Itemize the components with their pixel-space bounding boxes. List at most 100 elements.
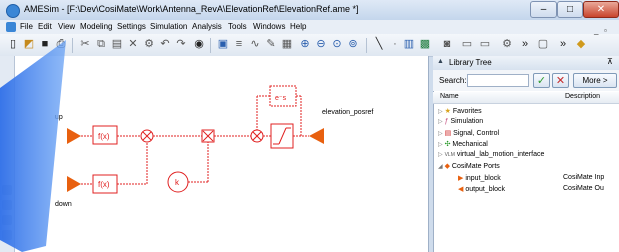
expand-icon[interactable]: ▷	[438, 119, 443, 125]
menu-help[interactable]: Help	[290, 22, 306, 31]
output-port-icon: ◀	[458, 186, 464, 193]
table-icon[interactable]: ▥	[402, 37, 416, 51]
panel-left-icon[interactable]: ▭	[460, 37, 474, 51]
pen-icon[interactable]: ✎	[264, 37, 278, 51]
maximize-button[interactable]: □	[557, 1, 583, 18]
tree-item-label: Simulation	[450, 118, 484, 125]
zoom-fit-icon[interactable]: ⊙	[330, 37, 344, 51]
draw-line-icon[interactable]: ╲	[372, 37, 386, 51]
copy-icon[interactable]: ⧉	[94, 37, 108, 51]
zoom-out-icon[interactable]: ⊖	[314, 37, 328, 51]
gain-label: k	[175, 178, 180, 187]
find-icon[interactable]: ◉	[192, 37, 206, 51]
signal-icon: ▤	[444, 130, 452, 137]
tree-item-output-block[interactable]: ◀ output_block	[458, 185, 505, 193]
tree-item-label: Mechanical	[452, 141, 488, 148]
menu-view[interactable]: View	[58, 22, 75, 31]
vlm-icon: VLM	[444, 152, 455, 158]
tree-item-label: Signal, Control	[453, 130, 500, 137]
menu-simulation[interactable]: Simulation	[150, 22, 187, 31]
tree-item-label: output_block	[465, 186, 506, 193]
dash-icon[interactable]: ·	[388, 37, 402, 51]
delete-icon[interactable]: ✕	[126, 37, 140, 51]
cut-icon[interactable]: ✂	[78, 37, 92, 51]
menu-analysis[interactable]: Analysis	[192, 22, 222, 31]
redo-icon[interactable]: ↷	[174, 37, 188, 51]
toolbar-separator	[72, 38, 73, 53]
more-tools-icon[interactable]: »	[518, 37, 532, 51]
menu-edit[interactable]: Edit	[38, 22, 52, 31]
search-apply-button[interactable]: ✓	[533, 73, 550, 88]
component-icon[interactable]: ▣	[216, 37, 230, 51]
app-icon	[6, 4, 20, 18]
settings-icon[interactable]: ⚙	[142, 37, 156, 51]
ports-icon: ◆	[444, 163, 450, 170]
menu-modeling[interactable]: Modeling	[80, 22, 112, 31]
input-port-icon: ▶	[458, 175, 464, 182]
menu-windows[interactable]: Windows	[253, 22, 285, 31]
tree-item-description: CosiMate Inp	[563, 174, 605, 181]
tree-item-cosimate-ports[interactable]: ◢ ◆ CosiMate Ports	[438, 162, 500, 170]
expand-icon[interactable]: ▷	[438, 109, 443, 115]
search-input[interactable]	[467, 74, 529, 87]
line-style-icon[interactable]: ≡	[232, 37, 246, 51]
menu-settings[interactable]: Settings	[117, 22, 146, 31]
paste-icon[interactable]: ▤	[110, 37, 124, 51]
star-folder-icon: ★	[444, 108, 451, 115]
camera-icon[interactable]: ◙	[440, 37, 454, 51]
expand-icon[interactable]: ▷	[438, 131, 443, 137]
delay-label: e⁻s	[275, 95, 287, 102]
undo-icon[interactable]: ↶	[158, 37, 172, 51]
more-button[interactable]: More >	[573, 73, 617, 88]
mechanical-icon: ✣	[444, 141, 451, 148]
column-name[interactable]: Name	[440, 93, 459, 100]
curve-icon[interactable]: ∿	[248, 37, 262, 51]
panel-right-icon[interactable]: ▭	[478, 37, 492, 51]
zoom-in-icon[interactable]: ⊕	[298, 37, 312, 51]
mdi-minimize-icon[interactable]: _	[594, 26, 598, 35]
tree-item-simulation[interactable]: ▷ ƒ Simulation	[438, 118, 483, 125]
tree-item-label: CosiMate Ports	[451, 163, 500, 170]
tree-item-label: virtual_lab_motion_interface	[456, 151, 545, 158]
library-title: Library Tree	[449, 58, 492, 67]
tree-item-favorites[interactable]: ▷ ★ Favorites	[438, 107, 482, 115]
search-label: Search:	[439, 76, 467, 85]
collapse-icon[interactable]: ◢	[438, 164, 443, 170]
port-label-output: elevation_posref	[322, 109, 373, 116]
expand-icon[interactable]: ▷	[438, 142, 443, 148]
function-icon: ƒ	[444, 118, 449, 125]
fx-label-top: f(x)	[98, 132, 110, 141]
chart-icon[interactable]: ▩	[418, 37, 432, 51]
window-title: AMESim - [F:\Dev\CosiMate\Work\Antenna_R…	[24, 4, 359, 14]
menu-file[interactable]: File	[20, 22, 33, 31]
tree-item-label: Favorites	[452, 108, 482, 115]
toolbar-separator	[210, 38, 211, 53]
tree-item-input-block[interactable]: ▶ input_block	[458, 174, 501, 182]
plugin-icon[interactable]: ⚙	[500, 37, 514, 51]
tree-item-description: CosiMate Ou	[563, 185, 604, 192]
column-description[interactable]: Description	[565, 93, 600, 100]
toolbar-separator	[366, 38, 367, 53]
grid-icon[interactable]: ▦	[280, 37, 294, 51]
close-button[interactable]: ✕	[583, 1, 619, 18]
minimize-button[interactable]: –	[530, 1, 557, 18]
menu-tools[interactable]: Tools	[228, 22, 247, 31]
tree-item-signal-control[interactable]: ▷ ▤ Signal, Control	[438, 129, 499, 137]
search-clear-button[interactable]: ✕	[552, 73, 569, 88]
pin-icon[interactable]: ⊼	[607, 57, 613, 66]
dropdown-icon[interactable]: ▢	[536, 37, 550, 51]
output-port	[309, 128, 324, 144]
export-icon[interactable]: ◆	[574, 37, 588, 51]
tree-item-label: input_block	[465, 175, 501, 182]
collapse-arrow-icon[interactable]: ▲	[437, 58, 444, 65]
expand-icon[interactable]: ▷	[438, 152, 443, 158]
highlight-arrow-shape	[0, 40, 66, 252]
system-diagram: f(x) f(x) k e⁻s up down elevation_posref	[55, 85, 373, 208]
zoom-window-icon[interactable]: ⊚	[346, 37, 360, 51]
mdi-restore-icon[interactable]: ▫	[604, 26, 607, 35]
tree-item-mechanical[interactable]: ▷ ✣ Mechanical	[438, 140, 488, 148]
document-icon[interactable]	[6, 22, 16, 32]
tree-item-virtual-lab[interactable]: ▷ VLM virtual_lab_motion_interface	[438, 151, 544, 158]
fx-label-bottom: f(x)	[98, 180, 110, 189]
overflow-icon[interactable]: »	[556, 37, 570, 51]
